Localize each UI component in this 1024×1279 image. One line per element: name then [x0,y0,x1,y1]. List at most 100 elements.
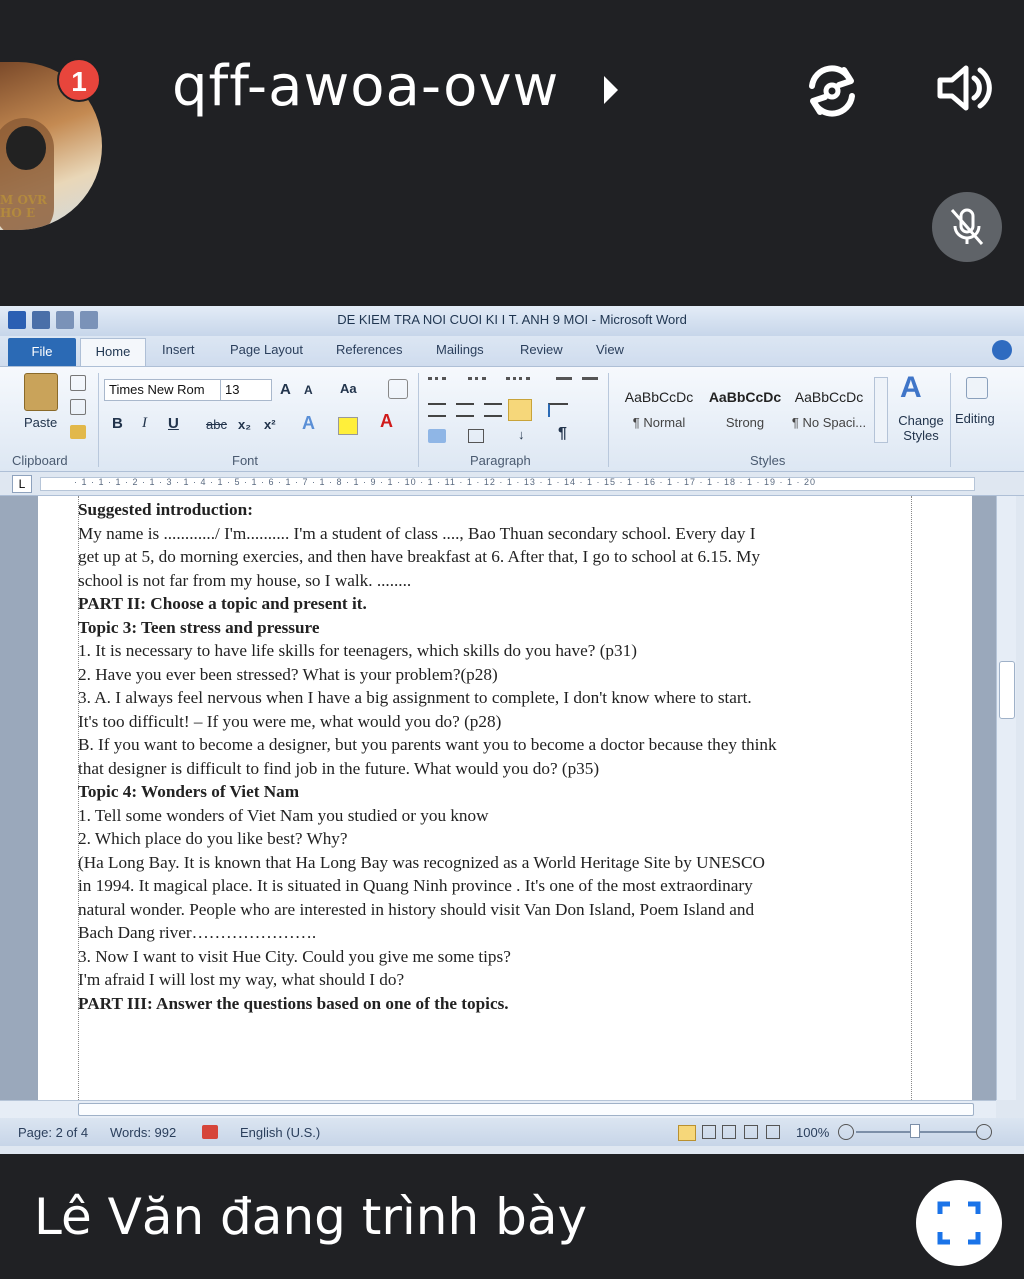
document-line[interactable]: Suggested introduction: [78,498,914,522]
italic-icon[interactable]: I [142,415,147,432]
align-left-icon[interactable] [428,403,446,417]
draft-icon[interactable] [766,1125,780,1139]
mic-muted-icon[interactable] [932,192,1002,262]
underline-icon[interactable]: U [168,415,179,432]
vertical-scroll-thumb[interactable] [999,661,1015,719]
print-layout-icon[interactable] [678,1125,696,1141]
cut-icon[interactable] [70,375,86,391]
notification-badge: 1 [57,58,101,102]
editing-button[interactable]: Editing [955,411,995,426]
zoom-in-icon[interactable] [976,1124,992,1140]
outline-icon[interactable] [744,1125,758,1139]
shrink-font-icon[interactable]: A [304,383,313,397]
document-line[interactable]: I'm afraid I will lost my way, what shou… [78,968,914,992]
document-line[interactable]: natural wonder. People who are intereste… [78,898,914,922]
document-line[interactable]: It's too difficult! – If you were me, wh… [78,710,914,734]
tab-review[interactable]: Review [520,342,563,357]
document-line[interactable]: 1. It is necessary to have life skills f… [78,639,914,663]
document-line[interactable]: Topic 3: Teen stress and pressure [78,616,914,640]
rotate-camera-icon[interactable] [800,58,864,122]
document-line[interactable]: PART II: Choose a topic and present it. [78,592,914,616]
tab-home[interactable]: Home [80,338,146,366]
horizontal-scrollbar[interactable] [0,1100,996,1118]
numbering-icon[interactable] [468,377,486,393]
style-no-spacing[interactable]: AaBbCcDc ¶ No Spaci... [786,377,872,439]
fullscreen-icon[interactable] [916,1180,1002,1266]
web-layout-icon[interactable] [722,1125,736,1139]
shading-icon[interactable] [428,429,446,443]
style-preview: AaBbCcDc [708,389,782,405]
document-line[interactable]: PART III: Answer the questions based on … [78,992,914,1016]
text-effects-icon[interactable]: A [302,413,315,434]
multilevel-list-icon[interactable] [506,377,530,393]
page-count[interactable]: Page: 2 of 4 [18,1125,88,1140]
decrease-indent-icon[interactable] [556,377,572,393]
justify-icon[interactable] [508,399,532,421]
document-line[interactable]: Topic 4: Wonders of Viet Nam [78,780,914,804]
line-spacing-icon[interactable] [548,403,568,417]
tab-mailings[interactable]: Mailings [436,342,484,357]
meeting-code[interactable]: qff-awoa-ovw [172,54,559,119]
tab-view[interactable]: View [596,342,624,357]
highlight-icon[interactable] [338,417,358,435]
style-normal[interactable]: AaBbCcDc ¶ Normal [616,377,702,439]
superscript-icon[interactable]: x² [264,417,276,432]
tab-page-layout[interactable]: Page Layout [230,342,303,357]
zoom-out-icon[interactable] [838,1124,854,1140]
styles-scroll[interactable] [874,377,888,443]
increase-indent-icon[interactable] [582,377,598,393]
change-styles-button[interactable]: Change Styles [895,413,947,443]
copy-icon[interactable] [70,399,86,415]
zoom-slider-knob[interactable] [910,1124,920,1138]
strikethrough-icon[interactable]: abc [206,417,227,432]
font-color-icon[interactable]: A [380,411,393,432]
show-formatting-icon[interactable]: ¶ [558,425,567,443]
document-line[interactable]: in 1994. It magical place. It is situate… [78,874,914,898]
align-right-icon[interactable] [484,403,502,417]
tab-selector[interactable]: L [12,475,32,493]
format-painter-icon[interactable] [70,425,86,439]
align-center-icon[interactable] [456,403,474,417]
grow-font-icon[interactable]: A [280,381,291,398]
zoom-level[interactable]: 100% [796,1125,829,1140]
change-case-icon[interactable]: Aa [340,381,357,396]
sort-icon[interactable]: ↓ [518,427,525,442]
tab-file[interactable]: File [8,338,76,366]
volume-icon[interactable] [934,58,994,118]
language[interactable]: English (U.S.) [240,1125,320,1140]
help-icon[interactable] [992,340,1012,360]
play-triangle-icon[interactable] [604,76,618,104]
document-line[interactable]: My name is ............/ I'm.......... I… [78,522,914,546]
document-line[interactable]: 2. Which place do you like best? Why? [78,827,914,851]
tab-references[interactable]: References [336,342,402,357]
font-group-label: Font [232,453,259,468]
style-strong[interactable]: AaBbCcDc Strong [702,377,788,439]
full-screen-reading-icon[interactable] [702,1125,716,1139]
document-line[interactable]: 2. Have you ever been stressed? What is … [78,663,914,687]
horizontal-scroll-thumb[interactable] [78,1103,974,1116]
document-line[interactable]: (Ha Long Bay. It is known that Ha Long B… [78,851,914,875]
shared-screen-word-window: DE KIEM TRA NOI CUOI KI I T. ANH 9 MOI -… [0,306,1024,1154]
document-line[interactable]: that designer is difficult to find job i… [78,757,914,781]
document-line[interactable]: 1. Tell some wonders of Viet Nam you stu… [78,804,914,828]
bullets-icon[interactable] [428,377,446,393]
home-ribbon: Paste Clipboard Times New Rom 13 A A Aa … [0,366,1024,472]
paste-button[interactable]: Paste [24,415,57,430]
borders-icon[interactable] [468,429,484,443]
document-line[interactable]: 3. A. I always feel nervous when I have … [78,686,914,710]
document-line[interactable]: school is not far from my house, so I wa… [78,569,914,593]
vertical-scrollbar[interactable] [996,496,1016,1100]
document-line[interactable]: B. If you want to become a designer, but… [78,733,914,757]
subscript-icon[interactable]: x₂ [238,417,251,432]
document-line[interactable]: get up at 5, do morning exercies, and th… [78,545,914,569]
document-line[interactable]: Bach Dang river…………………. [78,921,914,945]
tab-insert[interactable]: Insert [162,342,195,357]
proofing-icon[interactable] [202,1125,218,1139]
document-line[interactable]: 3. Now I want to visit Hue City. Could y… [78,945,914,969]
clear-format-icon[interactable] [388,379,408,399]
word-count[interactable]: Words: 992 [110,1125,176,1140]
paste-icon[interactable] [24,373,58,411]
document-text[interactable]: Suggested introduction: My name is ......… [78,498,914,1015]
bold-icon[interactable]: B [112,415,123,432]
font-size-box[interactable]: 13 [220,379,272,401]
